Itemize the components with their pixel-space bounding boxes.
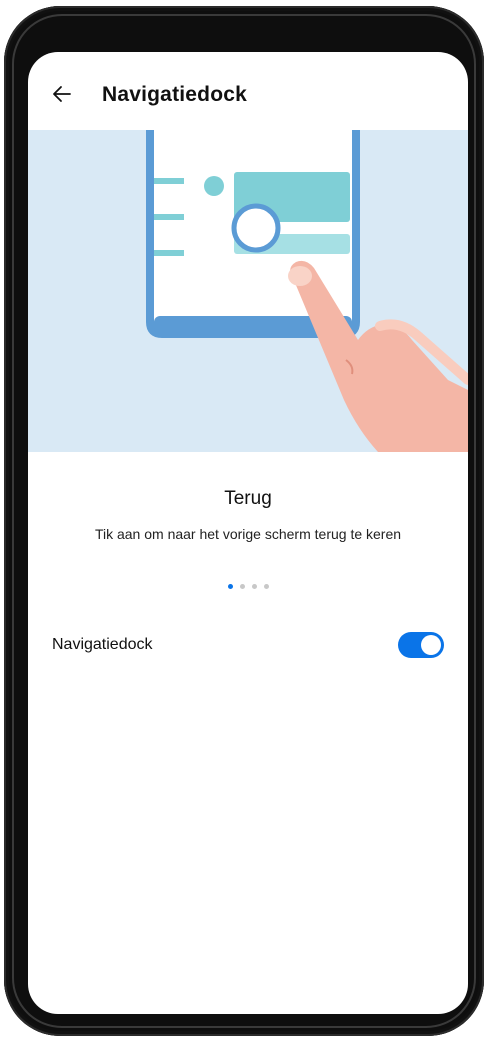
hint-title: Terug [224, 488, 272, 509]
screen: Navigatiedock Terug Tik aan om naar het … [28, 52, 468, 1014]
toggle-knob [421, 635, 441, 655]
illustration-graphic [146, 130, 468, 452]
page-dot-3[interactable] [251, 584, 257, 589]
navigation-dock-toggle[interactable] [398, 632, 444, 658]
hint-description: Tik aan om naar het vorige scherm terug … [94, 526, 402, 542]
phone-frame: Navigatiedock Terug Tik aan om naar het … [4, 6, 484, 1036]
back-button[interactable] [48, 80, 76, 108]
navigation-dock-setting-row[interactable]: Navigatiedock [52, 627, 444, 663]
page-dot-4[interactable] [263, 584, 269, 589]
page-dot-1[interactable] [227, 584, 233, 589]
setting-label: Navigatiedock [52, 636, 153, 653]
navigation-dock-illustration [28, 130, 468, 452]
page-indicator [28, 584, 468, 589]
app-header: Navigatiedock [28, 52, 468, 130]
arrow-left-icon [53, 86, 71, 102]
page-dot-2[interactable] [239, 584, 245, 589]
page-title: Navigatiedock [102, 83, 247, 106]
